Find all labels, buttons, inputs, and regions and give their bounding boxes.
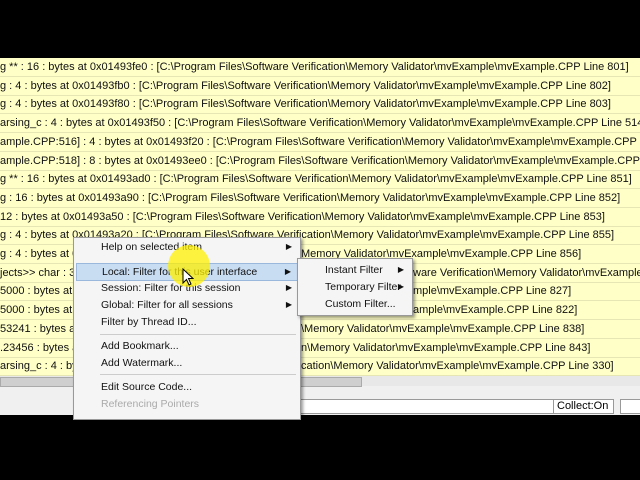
row-text: .23456 : bytes at — [0, 341, 82, 354]
menu-item-label: Global: Filter for all sessions — [101, 299, 233, 311]
row-text-right: n\Memory Validator\mvExample\mvExample.C… — [301, 341, 591, 354]
menu-item-filter-by-thread-id[interactable]: Filter by Thread ID... — [76, 314, 298, 330]
menu-item-label: Add Watermark... — [101, 357, 183, 369]
menu-item-label: Instant Filter — [325, 264, 383, 276]
submenu-arrow-icon: ▶ — [285, 300, 292, 309]
row-text: g : 4 : bytes at 0x01493fb0 : [C:\Progra… — [0, 79, 611, 92]
menu-item-add-bookmark[interactable]: Add Bookmark... — [76, 338, 298, 354]
list-row[interactable]: ample.CPP:516] : 4 : bytes at 0x01493f20… — [0, 133, 640, 152]
submenu-arrow-icon: ▶ — [285, 242, 292, 251]
menu-item-add-watermark[interactable]: Add Watermark... — [76, 355, 298, 371]
mouse-cursor-icon — [182, 268, 194, 286]
menu-item-label: Session: Filter for this session — [101, 282, 241, 294]
menu-separator — [100, 374, 296, 375]
submenu-arrow-icon: ▶ — [397, 265, 404, 274]
row-text: 12 : bytes at 0x01493a50 : [C:\Program F… — [0, 210, 605, 223]
row-text: g : 4 : bytes at 0x01493f80 : [C:\Progra… — [0, 98, 611, 111]
menu-item-label: Edit Source Code... — [101, 381, 193, 393]
row-text: jects>> char : 3 — [0, 266, 76, 279]
list-row[interactable]: g : 4 : bytes at 0x01493fb0 : [C:\Progra… — [0, 77, 640, 96]
row-text-right: \Memory Validator\mvExample\mvExample.CP… — [301, 322, 585, 335]
row-text-right: cation\Memory Validator\mvExample\mvExam… — [301, 360, 614, 373]
row-text: g ** : 16 : bytes at 0x01493fe0 : [C:\Pr… — [0, 61, 629, 73]
menu-item-label: Referencing Pointers — [101, 398, 200, 410]
filter-submenu: Instant Filter ▶ Temporary Filter ▶ Custom F… — [297, 258, 413, 316]
submenu-arrow-icon: ▶ — [284, 267, 291, 276]
row-text: ample.CPP:516] : 4 : bytes at 0x01493f20… — [0, 135, 640, 148]
row-text: g ** : 16 : bytes at 0x01493ad0 : [C:\Pr… — [0, 173, 632, 186]
menu-item-global-filter-for-all-sessions[interactable]: Global: Filter for all sessions ▶ — [76, 297, 298, 313]
menu-item-label: Filter by Thread ID... — [101, 316, 197, 328]
list-row[interactable]: g ** : 16 : bytes at 0x01493ad0 : [C:\Pr… — [0, 170, 640, 190]
menu-item-label: Temporary Filter — [325, 281, 401, 293]
list-row[interactable]: g : 16 : bytes at 0x01493a90 : [C:\Progr… — [0, 189, 640, 208]
list-row[interactable]: 12 : bytes at 0x01493a50 : [C:\Program F… — [0, 208, 640, 227]
menu-item-referencing-pointers: Referencing Pointers — [76, 396, 298, 412]
row-text: g : 16 : bytes at 0x01493a90 : [C:\Progr… — [0, 191, 621, 204]
menu-item-label: Add Bookmark... — [101, 340, 179, 352]
status-field — [300, 399, 555, 414]
row-text: arsing_c : 4 : bytes at 0x01493f50 : [C:… — [0, 117, 640, 130]
list-row[interactable]: ample.CPP:518] : 8 : bytes at 0x01493ee0… — [0, 152, 640, 171]
submenu-arrow-icon: ▶ — [285, 283, 292, 292]
list-row[interactable]: g : 4 : bytes at 0x01493f80 : [C:\Progra… — [0, 95, 640, 115]
collect-status: Collect:On — [553, 399, 614, 414]
menu-item-label: Custom Filter... — [325, 298, 396, 310]
row-text-right: mple\mvExample.CPP Line 827] — [413, 285, 572, 298]
submenu-item-temporary-filter[interactable]: Temporary Filter ▶ — [300, 279, 410, 295]
list-row[interactable]: arsing_c : 4 : bytes at 0x01493f50 : [C:… — [0, 114, 640, 134]
status-field-extra — [620, 399, 640, 414]
submenu-item-custom-filter[interactable]: Custom Filter... — [300, 296, 410, 312]
row-text: ample.CPP:518] : 8 : bytes at 0x01493ee0… — [0, 154, 640, 167]
submenu-arrow-icon: ▶ — [397, 282, 404, 291]
list-row[interactable]: g ** : 16 : bytes at 0x01493fe0 : [C:\Pr… — [0, 58, 640, 77]
row-text-right: ample\mvExample.CPP Line 822] — [413, 304, 578, 317]
row-text-right: ware Verification\Memory Validator\mvExa… — [413, 266, 640, 279]
menu-separator — [100, 334, 296, 335]
submenu-item-instant-filter[interactable]: Instant Filter ▶ — [300, 262, 410, 278]
menu-item-edit-source-code[interactable]: Edit Source Code... — [76, 379, 298, 395]
